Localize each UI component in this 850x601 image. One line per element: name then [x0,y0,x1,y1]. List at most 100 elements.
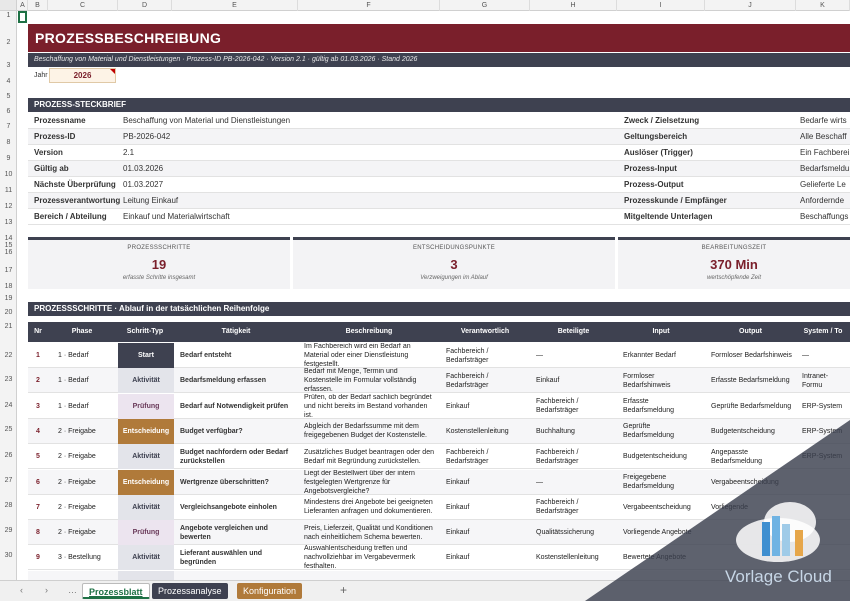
row-header-18[interactable]: 18 [0,283,17,290]
cell-input[interactable]: Geprüfte Bedarfsmeldung [617,419,705,444]
cell-system[interactable]: Intranet-Formu [796,368,850,393]
column-header-k[interactable]: K [796,0,850,11]
row-header-30[interactable]: 30 [0,552,17,559]
column-header-a[interactable]: A [18,0,28,11]
cell-beteil[interactable]: Einkauf [530,368,617,393]
tab-prozessblatt[interactable]: Prozessblatt [82,583,150,599]
steckbrief-value[interactable]: Bedarfsmeldu [800,161,849,177]
cell-output[interactable]: Formloser Bedarfshinweis [705,343,796,368]
cell-nr[interactable]: 7 [28,495,48,520]
cell-taet[interactable]: Wertgrenze überschritten? [174,470,298,495]
cell-nr[interactable]: 4 [28,419,48,444]
tab-scroll-right-icon[interactable]: › [45,585,48,595]
steckbrief-value[interactable]: Beschaffungs [800,209,848,225]
cell-nr[interactable]: 10 [28,571,48,581]
table-row[interactable]: 31 · Bedarf Prüfung Bedarf auf Notwendigke… [28,393,850,419]
cell-input[interactable]: Vergabeentscheidung [617,495,705,520]
cell-verantw[interactable]: Einkauf [440,394,530,419]
cell-input[interactable]: Budgetentscheidung [617,444,705,469]
cell-beteil[interactable]: — [530,343,617,368]
cell-taet[interactable]: Budget verfügbar? [174,419,298,444]
column-header-j[interactable]: J [705,0,796,11]
year-input[interactable]: 2026 [49,68,116,83]
cell-taet[interactable]: Angebote vergleichen und bewerten [174,520,298,545]
row-header-19[interactable]: 19 [0,295,17,302]
cell-beschr[interactable]: Bedarf mit Menge, Termin und Kostenstell… [298,368,440,393]
cell-verantw[interactable]: Fachbereich / Bedarfsträger [440,368,530,393]
cell-taet[interactable] [174,571,298,580]
row-header-1[interactable]: 1 [0,12,17,19]
cell-system[interactable]: ERP-System [796,444,850,469]
cell-output[interactable]: Angepasste Bedarfsmeldung [705,444,796,469]
cell-verantw[interactable]: Kostenstellenleitung [440,419,530,444]
table-header-cell[interactable]: Phase [48,322,116,342]
cell-phase[interactable]: 1 · Bedarf [48,368,116,393]
cell-output[interactable] [705,571,796,580]
cell-typ[interactable]: Prüfung [118,393,174,419]
row-header-24[interactable]: 24 [0,402,17,409]
cell-taet[interactable]: Bedarf auf Notwendigkeit prüfen [174,394,298,419]
cell-input[interactable]: Formloser Bedarfshinweis [617,368,705,393]
cell-verantw[interactable]: Einkauf [440,470,530,495]
cell-phase[interactable]: 1 · Bedarf [48,394,116,419]
select-all-corner[interactable] [0,0,17,11]
cell-verantw[interactable]: Einkauf [440,545,530,570]
cell-verantw[interactable]: Fachbereich / Bedarfsträger [440,444,530,469]
table-header-cell[interactable]: Schritt-Typ [116,322,174,342]
cell-typ[interactable]: Start [118,343,174,368]
table-header-cell[interactable]: Verantwortlich [440,322,530,342]
steckbrief-value[interactable]: PB-2026-042 [123,129,170,145]
row-header-6[interactable]: 6 [0,108,17,115]
row-header-17[interactable]: 17 [0,267,17,274]
column-header-e[interactable]: E [172,0,298,11]
row-header-11[interactable]: 11 [0,187,17,194]
cell-output[interactable]: Budgetentscheidung [705,419,796,444]
row-header-27[interactable]: 27 [0,477,17,484]
cell-beschr[interactable]: Mindestens drei Angebote bei geeigneten … [298,495,440,520]
row-header-13[interactable]: 13 [0,219,17,226]
cell-taet[interactable]: Bedarf entsteht [174,343,298,368]
cell-taet[interactable]: Lieferant auswählen und begründen [174,545,298,570]
cell-verantw[interactable]: Einkauf [440,495,530,520]
cell-output[interactable]: Geprüfte Bedarfsmeldung [705,394,796,419]
cell-nr[interactable]: 2 [28,368,48,393]
cell-beteil[interactable]: Kostenstellenleitung [530,545,617,570]
row-header-9[interactable]: 9 [0,155,17,162]
steckbrief-value[interactable]: 2.1 [123,145,134,161]
row-header-26[interactable]: 26 [0,452,17,459]
row-header-3[interactable]: 3 [0,62,17,69]
cell-system[interactable] [796,495,850,520]
steckbrief-value[interactable]: Alle Beschaff [800,129,847,145]
cell-typ[interactable]: Entscheidung [118,469,174,495]
column-header-b[interactable]: B [28,0,48,11]
cell-system[interactable] [796,545,850,570]
cell-typ[interactable]: Entscheidung [118,418,174,444]
cell-beschr[interactable]: Auswahlentscheidung treffen und nachvoll… [298,545,440,570]
cell-beteil[interactable]: Fachbereich / Bedarfsträger [530,394,617,419]
cell-input[interactable] [617,571,705,580]
table-row[interactable]: 52 · Freigabe Aktivität Budget nachfordern… [28,444,850,470]
cell-output[interactable] [705,545,796,570]
steckbrief-value[interactable]: Beschaffung von Material und Dienstleist… [123,113,290,129]
cell-nr[interactable]: 5 [28,444,48,469]
cell-output[interactable]: Erfasste Bedarfsmeldung [705,368,796,393]
table-row[interactable]: 11 · Bedarf Start Bedarf entsteht Im Fachbe… [28,343,850,368]
cell-beschr[interactable]: Preis, Lieferzeit, Qualität und Konditio… [298,520,440,545]
table-header-cell[interactable]: Beteiligte [530,322,617,342]
tab-konfiguration[interactable]: Konfiguration [237,583,303,599]
cell-beteil[interactable]: Qualitätssicherung [530,520,617,545]
cell-beschr[interactable]: Abgleich der Bedarfssumme mit dem freige… [298,419,440,444]
table-header-cell[interactable]: System / To [796,322,850,342]
cell-typ[interactable]: Aktivität [118,570,174,580]
cell-beschr[interactable]: Liegt der Bestellwert über der intern fe… [298,470,440,495]
row-header-21[interactable]: 21 [0,323,17,330]
cell-phase[interactable]: 1 · Bedarf [48,343,116,368]
add-sheet-icon[interactable]: + [340,583,347,597]
cell-verantw[interactable] [440,571,530,580]
table-header-cell[interactable]: Tätigkeit [174,322,298,342]
row-header-29[interactable]: 29 [0,527,17,534]
row-header-7[interactable]: 7 [0,123,17,130]
cell-nr[interactable]: 3 [28,394,48,419]
cell-taet[interactable]: Bedarfsmeldung erfassen [174,368,298,393]
row-header-23[interactable]: 23 [0,376,17,383]
